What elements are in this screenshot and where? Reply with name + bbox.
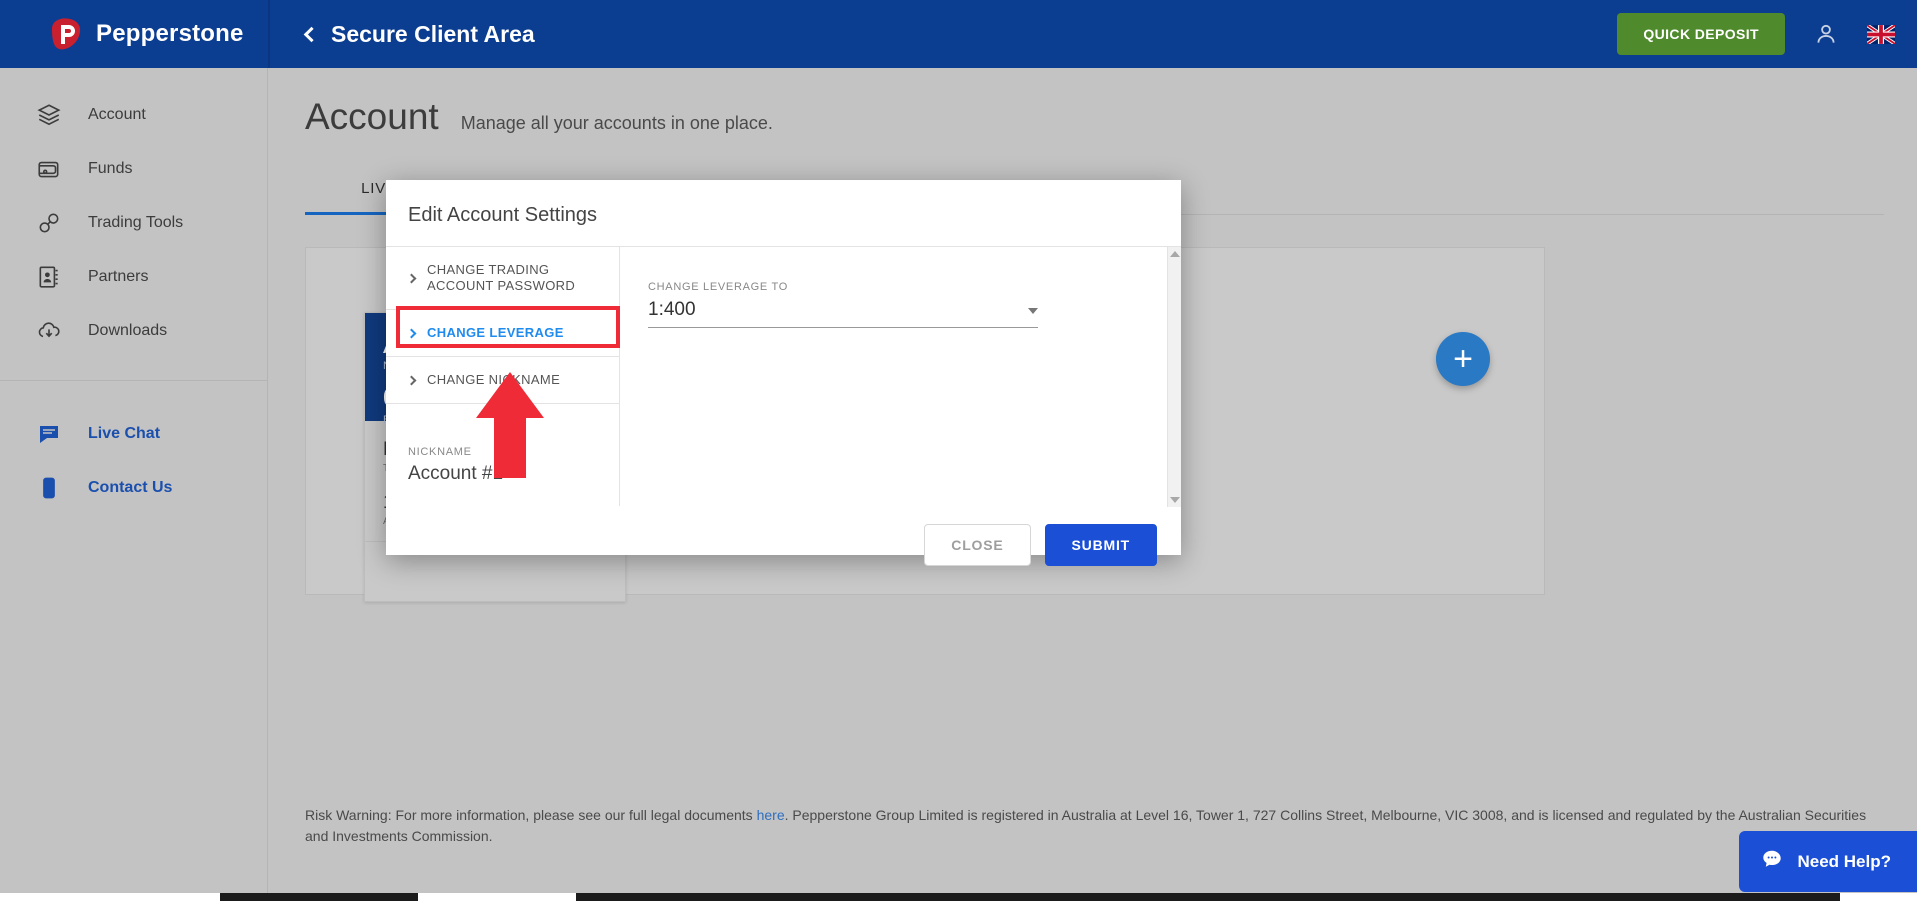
close-button[interactable]: CLOSE <box>924 524 1030 566</box>
brand-name: Pepperstone <box>96 20 244 48</box>
sidebar-secondary-nav: Live Chat Contact Us <box>0 381 267 515</box>
submit-button[interactable]: SUBMIT <box>1045 524 1157 566</box>
brand-logo[interactable]: Pepperstone <box>0 0 268 68</box>
sidebar-item-contact-us[interactable]: Contact Us <box>0 461 267 515</box>
risk-warning-prefix: Risk Warning: For more information, plea… <box>305 807 757 823</box>
modal-nickname-value: Account #1 <box>408 463 619 485</box>
sidebar-item-label: Account <box>88 106 146 124</box>
secure-area-title: Secure Client Area <box>331 21 535 48</box>
secure-client-area-link[interactable]: Secure Client Area <box>270 21 535 48</box>
sidebar-item-funds[interactable]: Funds <box>0 142 267 196</box>
page-title: Account <box>305 96 439 138</box>
scroll-down-arrow-icon[interactable] <box>1170 497 1180 503</box>
bottom-strip-segment <box>0 893 220 901</box>
modal-title: Edit Account Settings <box>386 180 1181 227</box>
app-root: Pepperstone Secure Client Area QUICK DEP… <box>0 0 1917 901</box>
page-header: Account Manage all your accounts in one … <box>269 68 1917 138</box>
accordion-item-label: CHANGE TRADING ACCOUNT PASSWORD <box>427 262 605 294</box>
wrench-icon <box>34 208 64 238</box>
leverage-select[interactable]: 1:400 <box>648 299 1038 328</box>
accordion-item-change-nickname[interactable]: CHANGE NICKNAME <box>386 357 619 404</box>
person-icon[interactable] <box>1813 21 1839 47</box>
sidebar-item-live-chat[interactable]: Live Chat <box>0 407 267 461</box>
sidebar-item-label: Contact Us <box>88 479 172 497</box>
chevron-right-icon <box>407 328 417 338</box>
caret-down-icon[interactable] <box>1028 308 1038 314</box>
leverage-selected-value: 1:400 <box>648 299 696 321</box>
chevron-left-icon[interactable] <box>304 27 320 43</box>
pepperstone-logo-icon <box>48 16 84 52</box>
edit-account-settings-modal: Edit Account Settings CHANGE TRADING ACC… <box>386 180 1181 555</box>
sidebar-item-label: Trading Tools <box>88 214 183 232</box>
add-account-button[interactable]: + <box>1436 332 1490 386</box>
sidebar-item-label: Funds <box>88 160 132 178</box>
legal-documents-link[interactable]: here <box>757 807 785 823</box>
chat-bubble-icon <box>1761 848 1783 875</box>
phone-icon <box>34 473 64 503</box>
modal-nickname-block: NICKNAME Account #1 <box>386 404 619 485</box>
need-help-chat-button[interactable]: Need Help? <box>1739 831 1917 892</box>
modal-footer: CLOSE SUBMIT <box>386 506 1181 566</box>
top-header: Pepperstone Secure Client Area QUICK DEP… <box>0 0 1917 68</box>
sidebar-item-account[interactable]: Account <box>0 88 267 142</box>
sidebar-item-downloads[interactable]: Downloads <box>0 304 267 358</box>
sidebar-item-partners[interactable]: Partners <box>0 250 267 304</box>
sidebar-primary-nav: Account Funds Trading <box>0 68 267 358</box>
need-help-label: Need Help? <box>1797 852 1891 872</box>
bottom-strip-segment <box>1840 893 1917 901</box>
chat-icon <box>34 419 64 449</box>
modal-detail-panel: CHANGE LEVERAGE TO 1:400 <box>620 247 1181 506</box>
scroll-up-arrow-icon[interactable] <box>1170 251 1180 257</box>
risk-warning: Risk Warning: For more information, plea… <box>305 805 1881 847</box>
uk-flag-icon[interactable] <box>1867 25 1895 44</box>
accordion-item-label: CHANGE NICKNAME <box>427 372 560 388</box>
bottom-strip-segment <box>418 893 576 901</box>
wallet-icon <box>34 154 64 184</box>
page-subtitle: Manage all your accounts in one place. <box>461 113 773 134</box>
sidebar: Account Funds Trading <box>0 68 268 901</box>
sidebar-item-label: Live Chat <box>88 425 160 443</box>
sidebar-item-label: Downloads <box>88 322 167 340</box>
header-actions: QUICK DEPOSIT <box>1617 13 1917 55</box>
modal-nickname-label: NICKNAME <box>408 446 619 458</box>
cloud-download-icon <box>34 316 64 346</box>
leverage-field-label: CHANGE LEVERAGE TO <box>648 281 1181 293</box>
sidebar-item-trading-tools[interactable]: Trading Tools <box>0 196 267 250</box>
browser-bottom-strip <box>0 893 1917 901</box>
chevron-right-icon <box>407 375 417 385</box>
modal-body: CHANGE TRADING ACCOUNT PASSWORD CHANGE L… <box>386 246 1181 506</box>
plus-icon: + <box>1453 342 1473 376</box>
modal-scrollbar[interactable] <box>1167 247 1181 507</box>
accordion-item-change-leverage[interactable]: CHANGE LEVERAGE <box>386 310 619 357</box>
accordion-item-change-password[interactable]: CHANGE TRADING ACCOUNT PASSWORD <box>386 247 619 310</box>
accordion-item-label: CHANGE LEVERAGE <box>427 325 564 341</box>
contacts-icon <box>34 262 64 292</box>
chevron-right-icon <box>407 273 417 283</box>
quick-deposit-button[interactable]: QUICK DEPOSIT <box>1617 13 1785 55</box>
layers-icon <box>34 100 64 130</box>
sidebar-item-label: Partners <box>88 268 148 286</box>
modal-accordion-list: CHANGE TRADING ACCOUNT PASSWORD CHANGE L… <box>386 247 620 506</box>
